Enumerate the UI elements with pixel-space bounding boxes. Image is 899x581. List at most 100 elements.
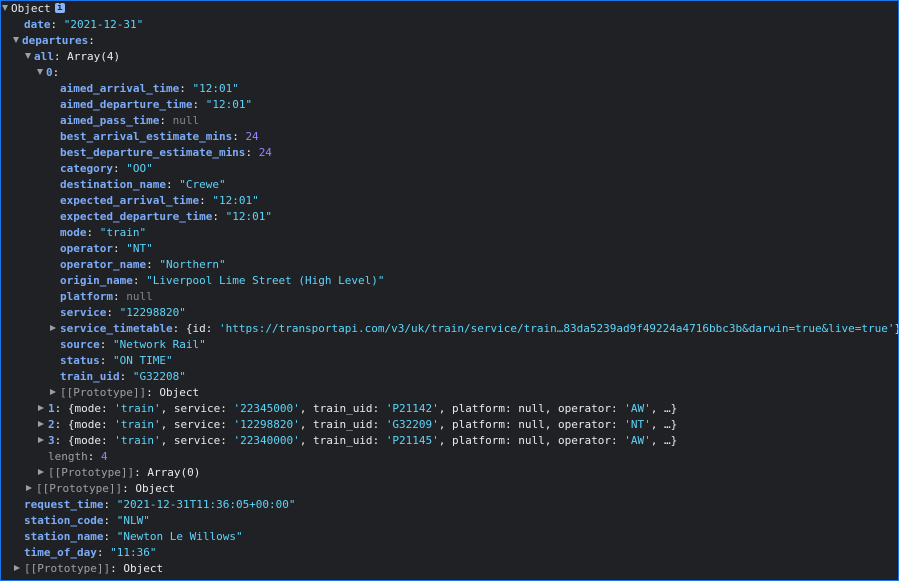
prop-date[interactable]: date: "2021-12-31" xyxy=(24,17,143,33)
punctuation: : xyxy=(53,50,68,63)
punctuation: , xyxy=(160,418,174,431)
expand-triangle-icon[interactable] xyxy=(13,37,19,43)
punctuation: : xyxy=(96,546,111,559)
prop-source[interactable]: source: "Network Rail" xyxy=(60,337,206,353)
string-value: "12:01" xyxy=(192,82,239,95)
punctuation: : xyxy=(54,418,68,431)
prototype-row-departures[interactable]: [[Prototype]]: Object xyxy=(26,481,175,497)
prototype-row-item0[interactable]: [[Prototype]]: Object xyxy=(50,385,199,401)
prop-aimed-departure-time[interactable]: aimed_departure_time: "12:01" xyxy=(60,97,252,113)
punctuation: : xyxy=(611,418,625,431)
prop-operator-name[interactable]: operator_name: "Northern" xyxy=(60,257,226,273)
punctuation: } xyxy=(894,322,898,335)
expand-triangle-icon[interactable] xyxy=(38,469,44,475)
expand-triangle-icon[interactable] xyxy=(50,389,56,395)
prop-time-of-day[interactable]: time_of_day: "11:36" xyxy=(24,545,156,561)
string-value: "11:36" xyxy=(110,546,157,559)
punctuation: : xyxy=(172,322,186,335)
prop-departures[interactable]: departures: xyxy=(13,33,95,49)
number-value: 4 xyxy=(101,450,108,463)
prop-service-timetable[interactable]: service_timetable: {id: 'https://transpo… xyxy=(50,321,898,337)
timetable-link[interactable]: 'https://transportapi.com/v3/uk/train/se… xyxy=(219,322,895,335)
punctuation: train_uid xyxy=(312,402,373,415)
punctuation: : xyxy=(101,402,115,415)
prop-destination-name[interactable]: destination_name: "Crewe" xyxy=(60,177,226,193)
punctuation: , xyxy=(299,418,313,431)
string-value: 'P21145' xyxy=(385,434,439,447)
punctuation: , xyxy=(544,402,559,415)
punctuation: Object xyxy=(135,482,176,495)
string-value: "NT" xyxy=(126,242,153,255)
prop-origin-name[interactable]: origin_name: "Liverpool Lime Street (Hig… xyxy=(60,273,385,289)
string-value: 'P21142' xyxy=(385,402,439,415)
prop-all[interactable]: all: Array(4) xyxy=(25,49,120,65)
property-key: source xyxy=(60,338,100,351)
punctuation: : xyxy=(54,402,68,415)
null-value: null xyxy=(126,290,153,303)
prop-best-departure-estimate-mins[interactable]: best_departure_estimate_mins: 24 xyxy=(60,145,272,161)
prop-request-time[interactable]: request_time: "2021-12-31T11:36:05+00:00… xyxy=(24,497,296,513)
expand-triangle-icon[interactable] xyxy=(37,69,43,75)
prop-expected-arrival-time[interactable]: expected_arrival_time: "12:01" xyxy=(60,193,259,209)
prototype-row-all[interactable]: [[Prototype]]: Array(0) xyxy=(38,465,200,481)
string-value: "2021-12-31T11:36:05+00:00" xyxy=(116,498,296,511)
prop-expected-departure-time[interactable]: expected_departure_time: "12:01" xyxy=(60,209,272,225)
punctuation: : xyxy=(611,402,625,415)
string-value: 'G32209' xyxy=(385,418,439,431)
punctuation: null xyxy=(518,418,545,431)
punctuation: operator xyxy=(558,418,612,431)
property-key: departures xyxy=(22,34,89,47)
array-item-1[interactable]: 1: {mode: 'train', service: '22345000' , … xyxy=(38,401,677,417)
array-item-2[interactable]: 2: {mode: 'train', service: '12298820' , … xyxy=(38,417,677,433)
punctuation: , xyxy=(299,402,313,415)
array-item-3[interactable]: 3: {mode: 'train', service: '22340000' , … xyxy=(38,433,677,449)
prop-mode[interactable]: mode: "train" xyxy=(60,225,146,241)
string-value: "12:01" xyxy=(212,194,259,207)
string-value: "12:01" xyxy=(205,98,253,111)
prop-platform[interactable]: platform: null xyxy=(60,289,153,305)
property-key: mode xyxy=(60,226,87,239)
expand-triangle-icon[interactable] xyxy=(50,325,56,331)
expand-triangle-icon[interactable] xyxy=(38,437,44,443)
expand-triangle-icon[interactable] xyxy=(38,421,44,427)
punctuation: : xyxy=(165,178,180,191)
array-item-0[interactable]: 0: xyxy=(37,65,59,81)
info-icon[interactable]: i xyxy=(54,3,65,13)
prop-status[interactable]: status: "ON TIME" xyxy=(60,353,173,369)
prop-train-uid[interactable]: train_uid: "G32208" xyxy=(60,369,186,385)
punctuation: , xyxy=(438,418,453,431)
string-value: "OO" xyxy=(126,162,153,175)
prototype-row-root[interactable]: [[Prototype]]: Object xyxy=(14,561,163,577)
prop-operator[interactable]: operator: "NT" xyxy=(60,241,153,257)
property-key: aimed_pass_time xyxy=(60,114,160,127)
string-value: "train" xyxy=(99,226,147,239)
punctuation: : xyxy=(505,434,519,447)
prop-best-arrival-estimate-mins[interactable]: best_arrival_estimate_mins: 24 xyxy=(60,129,259,145)
prop-station-code[interactable]: station_code: "NLW" xyxy=(24,513,150,529)
punctuation: : xyxy=(119,370,133,383)
prop-service[interactable]: service: "12298820" xyxy=(60,305,186,321)
punctuation: : xyxy=(134,466,148,479)
property-key: aimed_departure_time xyxy=(60,98,193,111)
punctuation: , xyxy=(438,402,453,415)
property-key: 1 xyxy=(48,402,55,415)
expand-triangle-icon[interactable] xyxy=(25,53,31,59)
expand-triangle-icon[interactable] xyxy=(14,565,20,571)
string-value: "Crewe" xyxy=(179,178,226,191)
prop-station-name[interactable]: station_name: "Newton Le Willows" xyxy=(24,529,243,545)
expand-triangle-icon[interactable] xyxy=(38,405,44,411)
expand-triangle-icon[interactable] xyxy=(2,5,8,11)
punctuation: : xyxy=(86,226,100,239)
prop-length[interactable]: length: 4 xyxy=(48,449,108,465)
prop-category[interactable]: category: "OO" xyxy=(60,161,153,177)
expand-triangle-icon[interactable] xyxy=(26,485,32,491)
prop-aimed-pass-time[interactable]: aimed_pass_time: null xyxy=(60,113,199,129)
string-value: "12:01" xyxy=(225,210,272,223)
prop-aimed-arrival-time[interactable]: aimed_arrival_time: "12:01" xyxy=(60,81,239,97)
root-object-row[interactable]: Object i xyxy=(2,1,65,17)
string-value: '22340000' xyxy=(233,434,300,447)
punctuation: : xyxy=(106,306,120,319)
property-key: status xyxy=(60,354,100,367)
punctuation: mode xyxy=(74,402,102,415)
punctuation: mode xyxy=(74,418,102,431)
